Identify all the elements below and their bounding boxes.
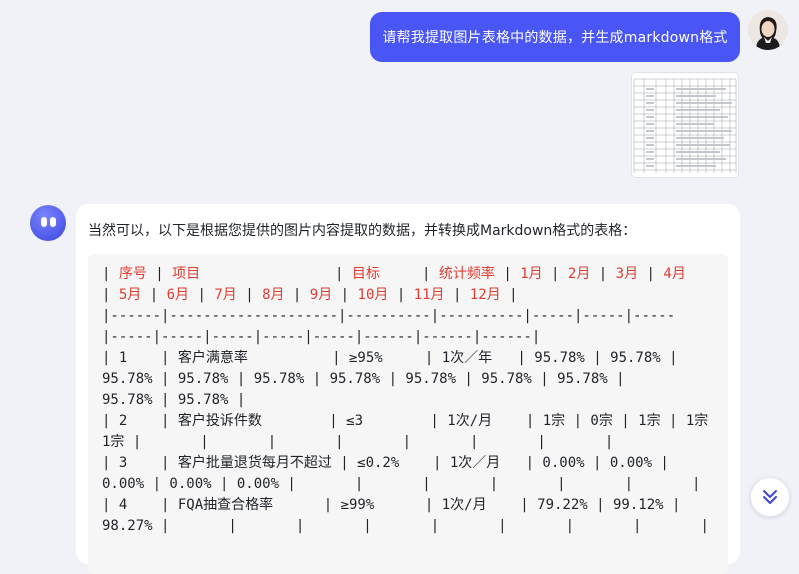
header-cell: 9月 xyxy=(309,287,333,303)
code-line: 95.78% | 95.78% | xyxy=(102,392,246,408)
chevron-double-down-icon xyxy=(763,490,777,504)
header-cell: 目标 xyxy=(351,266,380,282)
code-line: 95.78% | 95.78% | 95.78% | 95.78% | 95.7… xyxy=(102,371,625,387)
header-cell: 1月 xyxy=(520,266,543,282)
code-line: 1宗 | | | | | | | | xyxy=(102,434,614,450)
table-thumbnail-graphic xyxy=(632,73,738,177)
header-cell: 11月 xyxy=(413,287,445,303)
code-line: | 2 | 客户投诉件数 | ≤3 | 1次/月 | 1宗 | 0宗 | 1宗 … xyxy=(102,413,709,429)
user-avatar-image xyxy=(748,10,788,50)
code-line: |------|--------------------|----------|… xyxy=(102,308,676,324)
assistant-intro-text: 当然可以，以下是根据您提供的图片内容提取的数据，并转换成Markdown格式的表… xyxy=(88,223,637,239)
markdown-table-text: | 序号 | 项目 | 目标 | 统计频率 | 1月 | 2月 | 3月 | 4… xyxy=(102,266,709,534)
assistant-message-card: 当然可以，以下是根据您提供的图片内容提取的数据，并转换成Markdown格式的表… xyxy=(76,204,740,574)
code-line: |-----|-----|-----|-----|-----|------|--… xyxy=(102,329,541,345)
header-cell: 10月 xyxy=(357,287,389,303)
header-cell: 统计频率 xyxy=(438,266,495,282)
header-cell: 6月 xyxy=(166,287,190,303)
uploaded-table-image[interactable] xyxy=(632,73,738,177)
markdown-code-block: | 序号 | 项目 | 目标 | 统计频率 | 1月 | 2月 | 3月 | 4… xyxy=(88,254,728,574)
code-line: 0.00% | 0.00% | 0.00% | | | | | | | xyxy=(102,476,701,492)
header-cell: 2月 xyxy=(567,266,591,282)
code-line: 98.27% | | | | | | | | | xyxy=(102,518,709,534)
code-line: | 1 | 客户满意率 | ≥95% | 1次／年 | 95.78% | 95.… xyxy=(102,350,678,366)
code-line: | 3 | 客户批量退货每月不超过 | ≤0.2% | 1次／月 | 0.00%… xyxy=(102,455,669,471)
header-cell: 序号 xyxy=(118,266,147,282)
header-cell: 12月 xyxy=(469,287,501,303)
scroll-to-bottom-button[interactable] xyxy=(750,477,790,517)
avatar-left-eye xyxy=(41,217,47,227)
user-message-bubble: 请帮我提取图片表格中的数据，并生成markdown格式 xyxy=(370,12,740,62)
header-cell: 项目 xyxy=(172,266,201,282)
assistant-avatar xyxy=(30,205,66,241)
user-message-text: 请帮我提取图片表格中的数据，并生成markdown格式 xyxy=(382,30,728,46)
header-cell: 5月 xyxy=(118,287,142,303)
code-line: | 4 | FQA抽查合格率 | ≥99% | 1次/月 | 79.22% | … xyxy=(102,497,681,513)
header-cell: 4月 xyxy=(663,266,686,282)
user-avatar xyxy=(748,10,788,50)
avatar-right-eye xyxy=(50,217,56,227)
header-cell: 8月 xyxy=(262,287,285,303)
header-cell: 3月 xyxy=(615,266,639,282)
header-cell: 7月 xyxy=(214,287,237,303)
